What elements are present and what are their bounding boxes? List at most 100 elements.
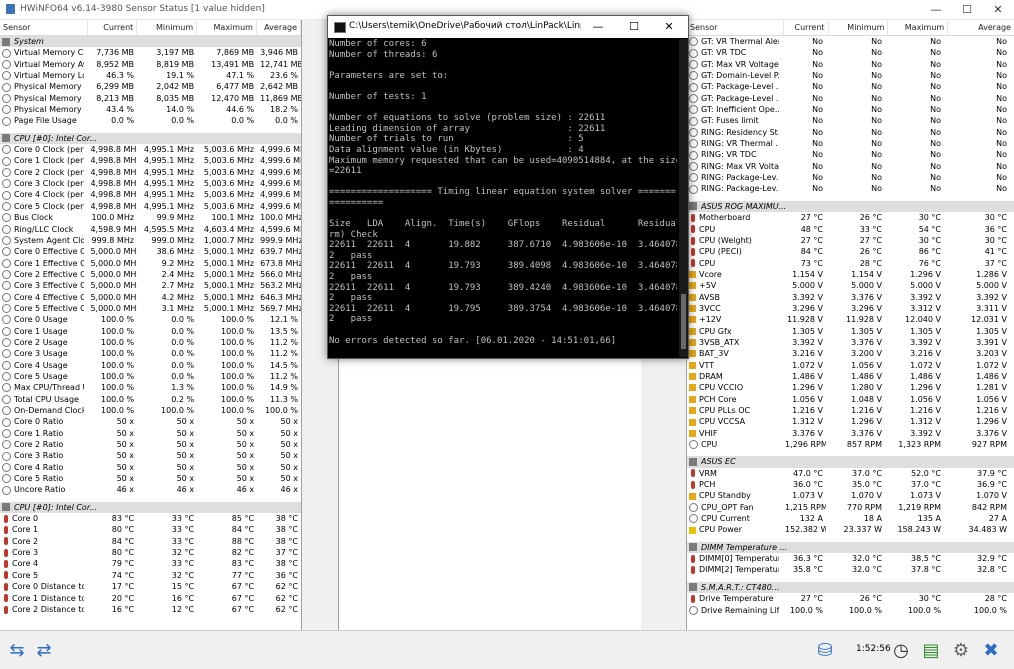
report-icon[interactable]: ▤ [918, 637, 944, 663]
sensor-group-header[interactable]: DIMM Temperature ... [687, 541, 1014, 554]
sensor-row[interactable]: RING: Package-Lev... No No No No [687, 172, 1014, 183]
sensor-row[interactable]: BAT_3V 3.216 V 3.200 V 3.216 V 3.203 V [687, 348, 1014, 359]
sensor-row[interactable]: VTT 1.072 V 1.056 V 1.072 V 1.072 V [687, 360, 1014, 371]
sensor-row[interactable]: Core 5 Effective Clock 5,000.0 MHz 3.1 MHz… [0, 303, 301, 314]
sensor-row[interactable]: Drive Temperature 27 °C 26 °C 30 °C 28 °C [687, 593, 1014, 604]
sensor-row[interactable]: Core 1 Usage 100.0 % 0.0 % 100.0 % 13.5 % [0, 326, 301, 337]
sensor-row[interactable]: Core 2 Usage 100.0 % 0.0 % 100.0 % 11.2 % [0, 337, 301, 348]
sensor-row[interactable]: Virtual Memory Com... 7,736 MB 3,197 MB 7,8… [0, 47, 301, 58]
sensor-row[interactable]: Core 4 79 °C 33 °C 83 °C 38 °C [0, 558, 301, 569]
sensor-row[interactable]: System Agent Clock 999.8 MHz 999.0 MHz 1,00… [0, 235, 301, 246]
sensor-row[interactable]: PCH Core 1.056 V 1.048 V 1.056 V 1.056 V [687, 394, 1014, 405]
sensor-row[interactable]: Core 1 80 °C 33 °C 84 °C 38 °C [0, 524, 301, 535]
console-minimize-button[interactable]: — [580, 16, 616, 38]
sensor-row[interactable]: Core 0 Distance to ... 17 °C 15 °C 67 °C 62 … [0, 581, 301, 592]
column-header-average[interactable]: Average [948, 20, 1014, 35]
sensor-pane-right[interactable]: Sensor Current Minimum Maximum Average GT: VR… [686, 20, 1014, 630]
sensor-row[interactable]: Bus Clock 100.0 MHz 99.9 MHz 100.1 MHz 100.0… [0, 212, 301, 223]
console-window[interactable]: C:\Users\temik\OneDrive\Рабочий стол\Lin… [327, 15, 689, 359]
column-header-average[interactable]: Average [257, 20, 301, 35]
sensor-row[interactable]: AVSB 3.392 V 3.376 V 3.392 V 3.392 V [687, 292, 1014, 303]
sensor-row[interactable]: Page File Usage 0.0 % 0.0 % 0.0 % 0.0 % [0, 115, 301, 126]
sensor-row[interactable]: Virtual Memory Load 46.3 % 19.1 % 47.1 % 23.… [0, 70, 301, 81]
sensor-row[interactable]: +5V 5.000 V 5.000 V 5.000 V 5.000 V [687, 280, 1014, 291]
sensor-row[interactable]: CPU (Weight) 27 °C 27 °C 30 °C 30 °C [687, 235, 1014, 246]
sensor-row[interactable]: Core 1 Ratio 50 x 50 x 50 x 50 x [0, 428, 301, 439]
close-button[interactable]: ✕ [983, 0, 1013, 19]
sensor-row[interactable]: CPU PLLs OC 1.216 V 1.216 V 1.216 V 1.216 V [687, 405, 1014, 416]
sensor-row[interactable]: Core 3 80 °C 32 °C 82 °C 37 °C [0, 547, 301, 558]
column-header-minimum[interactable]: Minimum [829, 20, 889, 35]
sensor-row[interactable]: CPU 48 °C 33 °C 54 °C 36 °C [687, 224, 1014, 235]
sensor-row[interactable]: Uncore Ratio 46 x 46 x 46 x 46 x [0, 484, 301, 495]
sensor-row[interactable]: Core 1 Effective Clock 5,000.0 MHz 9.2 MHz… [0, 258, 301, 269]
minimize-button[interactable]: — [921, 0, 951, 19]
arrows-right-left-icon[interactable]: ⇄ [31, 637, 57, 663]
sensor-row[interactable]: Motherboard 27 °C 26 °C 30 °C 30 °C [687, 212, 1014, 223]
sensor-row[interactable]: Core 3 Usage 100.0 % 0.0 % 100.0 % 11.2 % [0, 348, 301, 359]
sensor-row[interactable]: Ring/LLC Clock 4,598.9 MHz 4,595.5 MHz 4,60… [0, 224, 301, 235]
sensor-row[interactable]: RING: Residency St... No No No No [687, 127, 1014, 138]
sensor-row[interactable]: GT: Package-Level ... No No No No [687, 93, 1014, 104]
console-close-button[interactable]: ✕ [651, 16, 687, 38]
sensor-row[interactable]: Core 5 Ratio 50 x 50 x 50 x 50 x [0, 473, 301, 484]
console-scrollbar[interactable] [679, 39, 688, 357]
sensor-row[interactable]: VHIF 3.376 V 3.376 V 3.392 V 3.376 V [687, 428, 1014, 439]
sensor-row[interactable]: On-Demand Clock ... 100.0 % 100.0 % 100.0 %… [0, 405, 301, 416]
sensor-row[interactable]: VRM 47.0 °C 37.0 °C 52.0 °C 37.9 °C [687, 468, 1014, 479]
sensor-row[interactable]: Core 2 84 °C 33 °C 88 °C 38 °C [0, 536, 301, 547]
sensor-row[interactable]: 3VSB_ATX 3.392 V 3.376 V 3.392 V 3.391 V [687, 337, 1014, 348]
sensor-row[interactable]: GT: VR Thermal Alert No No No No [687, 36, 1014, 47]
sensor-row[interactable]: Vcore 1.154 V 1.154 V 1.296 V 1.286 V [687, 269, 1014, 280]
sensor-row[interactable]: CPU_OPT Fan 1,215 RPM 770 RPM 1,219 RPM 842 … [687, 502, 1014, 513]
sensor-row[interactable]: Core 2 Distance to ... 16 °C 12 °C 67 °C 62 … [0, 604, 301, 615]
sensor-row[interactable]: CPU Power 152.382 W 23.337 W 158.243 W 34.48… [687, 524, 1014, 535]
sensor-row[interactable]: Core 0 Clock (perf ... 4,998.8 MHz 4,995.1… [0, 144, 301, 155]
sensor-group-header[interactable]: ASUS EC [687, 456, 1014, 468]
sensor-row[interactable]: DIMM[2] Temperature 35.8 °C 32.0 °C 37.8 °C… [687, 564, 1014, 575]
sensor-row[interactable]: Drive Remaining Life 100.0 % 100.0 % 100.0 … [687, 605, 1014, 616]
sensor-row[interactable]: Core 2 Effective Clock 5,000.0 MHz 2.4 MHz… [0, 269, 301, 280]
sensor-group-header[interactable]: S.M.A.R.T.: CT480... [687, 581, 1014, 594]
sensor-row[interactable]: RING: VR Thermal ... No No No No [687, 138, 1014, 149]
sensor-row[interactable]: Core 0 Ratio 50 x 50 x 50 x 50 x [0, 416, 301, 427]
arrows-left-right-icon[interactable]: ⇆ [4, 637, 30, 663]
sensor-row[interactable]: Core 0 Usage 100.0 % 0.0 % 100.0 % 12.1 % [0, 314, 301, 325]
sensor-row[interactable]: Core 4 Effective Clock 5,000.0 MHz 4.2 MHz… [0, 292, 301, 303]
sensor-row[interactable]: Core 0 83 °C 33 °C 85 °C 38 °C [0, 513, 301, 524]
sensor-group-header[interactable]: ASUS ROG MAXIMU... [687, 200, 1014, 213]
sensor-row[interactable]: Core 4 Ratio 50 x 50 x 50 x 50 x [0, 462, 301, 473]
sensor-group-header[interactable]: System [0, 36, 301, 48]
sensor-row[interactable]: CPU 1,296 RPM 857 RPM 1,323 RPM 927 RPM [687, 439, 1014, 450]
sensor-row[interactable]: RING: Package-Lev... No No No No [687, 183, 1014, 194]
scrollbar-thumb[interactable] [681, 294, 686, 349]
sensor-row[interactable]: Core 3 Ratio 50 x 50 x 50 x 50 x [0, 450, 301, 461]
console-maximize-button[interactable]: ☐ [616, 16, 652, 38]
console-titlebar[interactable]: C:\Users\temik\OneDrive\Рабочий стол\Lin… [328, 16, 688, 38]
sensor-row[interactable]: Physical Memory Load 43.4 % 14.0 % 44.6 % 18… [0, 104, 301, 115]
settings-icon[interactable]: ⚙ [948, 637, 974, 663]
sensor-row[interactable]: CPU Current 132 A 18 A 135 A 27 A [687, 513, 1014, 524]
sensor-row[interactable]: Core 1 Clock (perf ... 4,998.8 MHz 4,995.1… [0, 155, 301, 166]
sensor-row[interactable]: Core 2 Clock (perf ... 4,998.8 MHz 4,995.1… [0, 167, 301, 178]
sensor-pane-left[interactable]: Sensor Current Minimum Maximum Average System… [0, 20, 302, 630]
sensor-row[interactable]: Core 1 Distance to ... 20 °C 16 °C 67 °C 62 … [0, 593, 301, 604]
maximize-button[interactable]: ☐ [952, 0, 982, 19]
clock-icon[interactable]: ◷ [888, 637, 914, 663]
sensor-row[interactable]: GT: Domain-Level P... No No No No [687, 70, 1014, 81]
sensor-row[interactable]: CPU 73 °C 28 °C 76 °C 37 °C [687, 258, 1014, 269]
column-header-maximum[interactable]: Maximum [197, 20, 257, 35]
sensor-row[interactable]: Core 5 Clock (perf ... 4,998.8 MHz 4,995.1… [0, 201, 301, 212]
sensor-row[interactable]: Max CPU/Thread U... 100.0 % 1.3 % 100.0 % 14… [0, 382, 301, 393]
sensor-row[interactable]: 3VCC 3.296 V 3.296 V 3.312 V 3.311 V [687, 303, 1014, 314]
column-header-minimum[interactable]: Minimum [137, 20, 198, 35]
sensor-row[interactable]: DIMM[0] Temperature 36.3 °C 32.0 °C 38.5 °C… [687, 553, 1014, 564]
sensor-row[interactable]: GT: VR TDC No No No No [687, 47, 1014, 58]
sensor-row[interactable]: Core 2 Ratio 50 x 50 x 50 x 50 x [0, 439, 301, 450]
sensor-row[interactable]: Physical Memory Used 6,299 MB 2,042 MB 6,47… [0, 81, 301, 92]
sensor-row[interactable]: Core 4 Usage 100.0 % 0.0 % 100.0 % 14.5 % [0, 360, 301, 371]
sensor-row[interactable]: PCH 36.0 °C 35.0 °C 37.0 °C 36.9 °C [687, 479, 1014, 490]
sensor-row[interactable]: CPU Gfx 1.305 V 1.305 V 1.305 V 1.305 V [687, 326, 1014, 337]
sensor-row[interactable]: RING: Max VR Volta... No No No No [687, 161, 1014, 172]
sensor-row[interactable]: GT: Inefficient Ope... No No No No [687, 104, 1014, 115]
